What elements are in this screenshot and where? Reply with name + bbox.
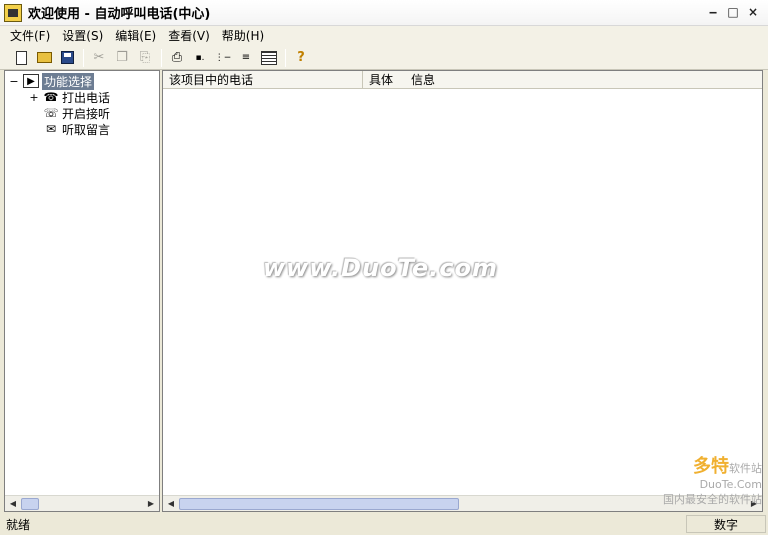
print-button[interactable]: ⎙ [166, 48, 188, 68]
print-icon: ⎙ [171, 50, 183, 65]
details-view-icon [261, 50, 277, 65]
scroll-thumb[interactable] [21, 497, 39, 510]
list-header: 该项目中的电话 具体 信息 [163, 71, 762, 89]
minimize-button[interactable]: ‒ [704, 4, 722, 20]
tree-horizontal-scrollbar[interactable]: ◀ ▶ [5, 495, 159, 511]
open-button[interactable] [33, 48, 55, 68]
expand-toggle[interactable]: + [29, 91, 39, 104]
scroll-right-arrow[interactable]: ▶ [143, 496, 159, 512]
collapse-toggle[interactable]: − [9, 75, 19, 88]
column-header-detail[interactable]: 具体 [363, 71, 405, 89]
small-icons-button[interactable]: ⋮− [212, 48, 234, 68]
tree-root[interactable]: − ▶ 功能选择 [9, 72, 95, 90]
scroll-left-arrow[interactable]: ◀ [5, 496, 21, 512]
watermark: www.DuoTe.com [263, 254, 498, 282]
tree-item-label: 打出电话 [62, 90, 111, 105]
cut-icon: ✂ [93, 50, 105, 65]
status-num-lock: 数字 [686, 515, 766, 533]
list-pane[interactable]: 该项目中的电话 具体 信息 www.DuoTe.com ◀ ▶ [162, 70, 763, 512]
menu-bar: 文件(F) 设置(S) 编辑(E) 查看(V) 帮助(H) [0, 26, 768, 46]
phone-call-icon: ☎ [43, 90, 59, 104]
new-file-button[interactable] [10, 48, 32, 68]
column-header-info[interactable]: 信息 [405, 71, 485, 89]
save-button[interactable] [56, 48, 78, 68]
status-bar: 就绪 数字 [0, 513, 768, 535]
save-icon [60, 51, 74, 64]
tree-pane[interactable]: − ▶ 功能选择 + ☎ 打出电话 ☏ 开启接听 ✉ 听取留言 ◀ ▶ [4, 70, 160, 512]
menu-view[interactable]: 查看(V) [162, 26, 216, 46]
phone-answer-icon: ☏ [43, 106, 59, 120]
close-button[interactable]: × [744, 4, 762, 20]
menu-file[interactable]: 文件(F) [4, 26, 56, 46]
details-view-button[interactable] [258, 48, 280, 68]
logo-sub: 软件站 [729, 462, 762, 475]
copy-button[interactable]: ❐ [111, 48, 133, 68]
menu-settings[interactable]: 设置(S) [56, 26, 109, 46]
list-view-icon: ≡ [241, 52, 251, 63]
copy-icon: ❐ [116, 50, 128, 65]
tree-item-call-out[interactable]: + ☎ 打出电话 [29, 89, 110, 105]
corner-logo: 多特软件站 DuoTe.Com 国内最安全的软件站 [663, 452, 762, 507]
cut-button[interactable]: ✂ [88, 48, 110, 68]
tree-item-voicemail[interactable]: ✉ 听取留言 [43, 121, 110, 137]
maximize-button[interactable]: □ [724, 4, 742, 20]
toolbar-separator [285, 48, 286, 67]
small-icons-view-icon: ⋮− [214, 52, 232, 63]
open-folder-icon [36, 52, 52, 63]
app-icon [4, 3, 22, 22]
window-controls: ‒ □ × [704, 4, 762, 20]
status-text: 就绪 [6, 517, 31, 532]
list-view-button[interactable]: ≡ [235, 48, 257, 68]
large-icons-view-icon: ▪․ [195, 52, 205, 63]
root-folder-icon: ▶ [23, 74, 39, 88]
paste-icon: ⎘ [139, 50, 151, 65]
tree-item-answer[interactable]: ☏ 开启接听 [43, 105, 110, 121]
scroll-thumb[interactable] [179, 497, 459, 510]
new-file-icon [15, 50, 27, 65]
window-title: 欢迎使用 - 自动呼叫电话(中心) [28, 7, 211, 22]
logo-name: 多特 [693, 456, 729, 477]
column-header-phone[interactable]: 该项目中的电话 [163, 71, 363, 89]
paste-button[interactable]: ⎘ [134, 48, 156, 68]
tree-root-label: 功能选择 [42, 72, 95, 90]
help-button[interactable]: ? [290, 48, 312, 68]
large-icons-button[interactable]: ▪․ [189, 48, 211, 68]
voicemail-icon: ✉ [45, 122, 57, 136]
help-icon: ? [297, 50, 305, 65]
tree-item-label: 听取留言 [62, 122, 111, 137]
title-bar: 欢迎使用 - 自动呼叫电话(中心) ‒ □ × [0, 0, 768, 26]
tree-item-label: 开启接听 [62, 106, 111, 121]
toolbar: ✂ ❐ ⎘ ⎙ ▪․ ⋮− ≡ ? [0, 46, 768, 70]
toolbar-separator [161, 48, 162, 67]
scroll-left-arrow[interactable]: ◀ [163, 496, 179, 512]
toolbar-separator [83, 48, 84, 67]
logo-tagline: 国内最安全的软件站 [663, 493, 762, 506]
menu-help[interactable]: 帮助(H) [216, 26, 270, 46]
menu-edit[interactable]: 编辑(E) [109, 26, 162, 46]
logo-site: DuoTe.Com [699, 478, 762, 491]
